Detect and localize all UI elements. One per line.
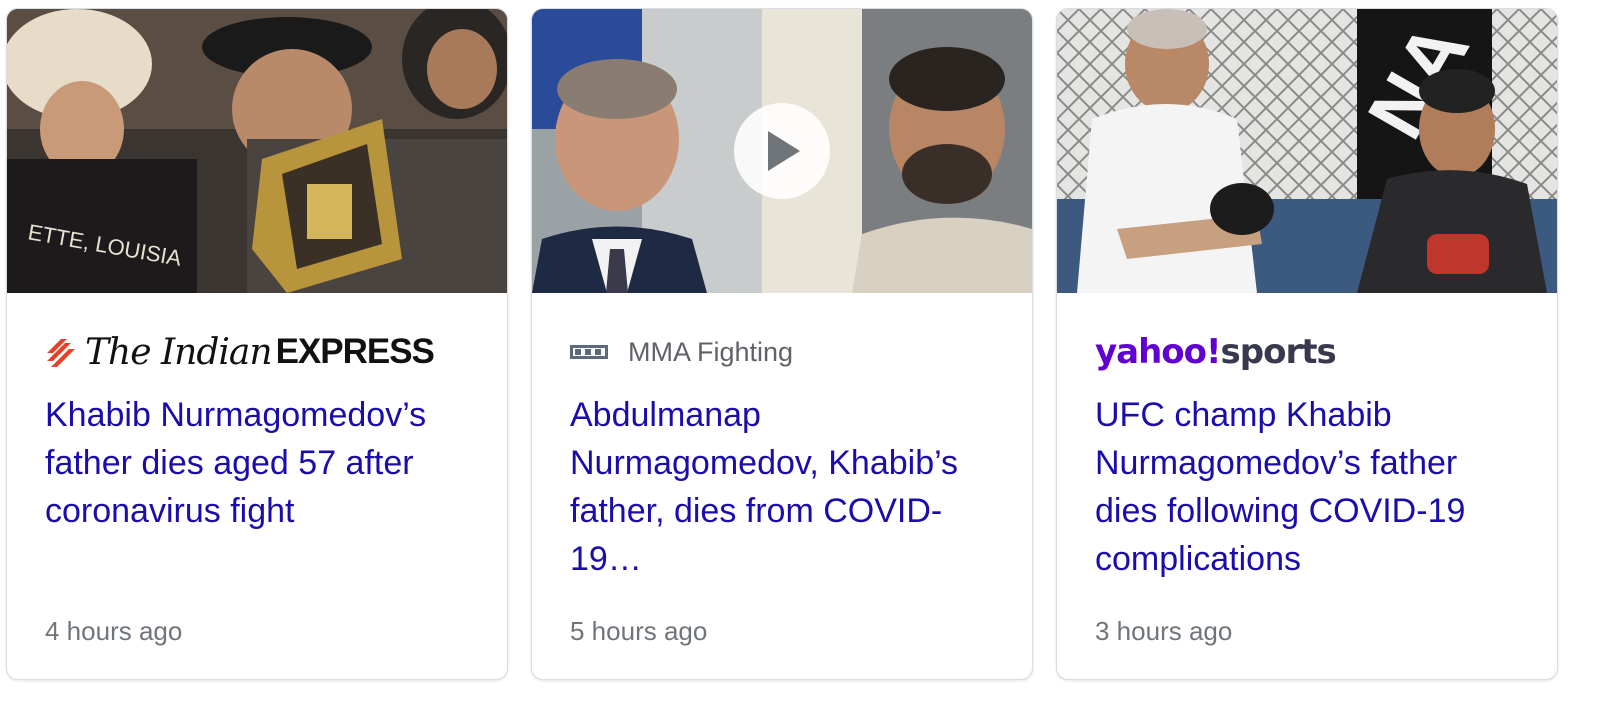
source-name-part: The Indian — [85, 331, 273, 373]
thumbnail-image: NA — [1057, 9, 1557, 293]
source-mma-fighting: MMA Fighting — [570, 327, 994, 377]
news-timestamp: 4 hours ago — [45, 616, 183, 646]
news-card[interactable]: NA yahoo! sports UFC champ Khabib Nurmago… — [1056, 8, 1558, 680]
indian-express-logo-icon — [47, 339, 75, 367]
play-button[interactable] — [734, 103, 830, 199]
news-headline[interactable]: UFC champ Khabib Nurmagomedov’s father d… — [1095, 391, 1519, 583]
news-card[interactable]: ETTE, LOUISIA The Indian EXPRESS Khabib … — [6, 8, 508, 680]
news-timestamp: 3 hours ago — [1095, 616, 1233, 646]
news-timestamp: 5 hours ago — [570, 616, 708, 646]
source-name-part: sports — [1220, 332, 1337, 372]
mma-fighting-logo-icon — [570, 345, 608, 359]
news-thumbnail[interactable] — [532, 9, 1032, 293]
news-thumbnail[interactable]: ETTE, LOUISIA — [7, 9, 507, 293]
source-name-part: EXPRESS — [275, 332, 435, 371]
news-thumbnail[interactable]: NA — [1057, 9, 1557, 293]
thumbnail-image: ETTE, LOUISIA — [7, 9, 507, 293]
source-logo-indian-express: The Indian EXPRESS — [45, 327, 469, 377]
news-headline[interactable]: Abdulmanap Nurmagomedov, Khabib’s father… — [570, 391, 994, 583]
news-cards-carousel: ETTE, LOUISIA The Indian EXPRESS Khabib … — [0, 0, 1600, 703]
source-logo-yahoo-sports: yahoo! sports — [1095, 327, 1519, 377]
news-card[interactable]: MMA Fighting Abdulmanap Nurmagomedov, Kh… — [531, 8, 1033, 680]
play-icon — [768, 131, 800, 171]
news-headline[interactable]: Khabib Nurmagomedov’s father dies aged 5… — [45, 391, 469, 583]
source-name-part: yahoo! — [1095, 332, 1222, 372]
source-name: MMA Fighting — [628, 336, 794, 367]
